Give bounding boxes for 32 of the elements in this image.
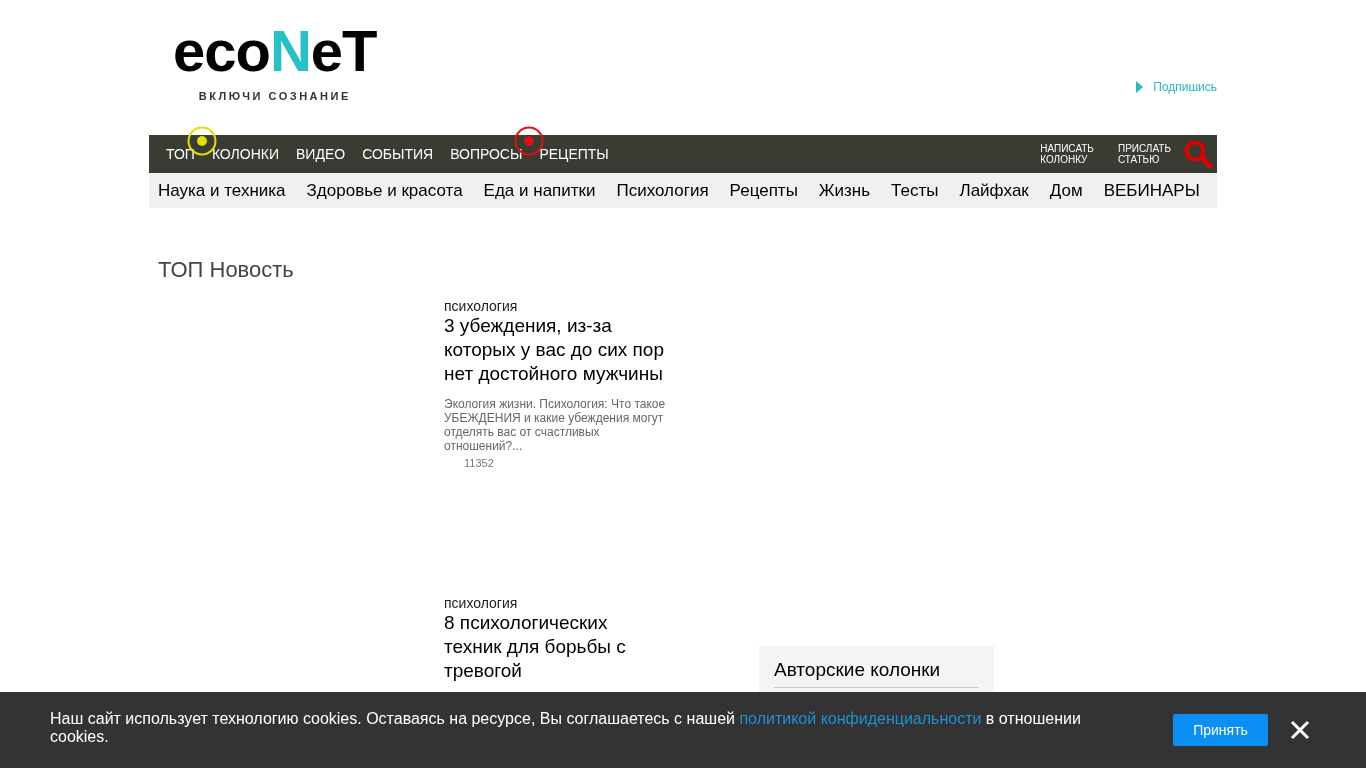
category-link[interactable]: Дом [1049,177,1083,204]
site-logo[interactable]: ecoNeT [173,26,377,76]
article-category[interactable]: психология [444,595,666,611]
nav-link[interactable]: КОЛОНКИ [211,146,279,162]
cookie-message: Наш сайт использует технологию cookies. Оставаясь на ресурсе, Вы соглашаетесь с нашей политикой конфиденциальности в отношении cookies. [50,710,1082,746]
view-count: 11352 [464,456,495,471]
category-link[interactable]: Здоровье и красота [306,177,463,204]
article-title[interactable]: 8 психологических техник для борьбы с тревогой [444,611,666,683]
nav-link[interactable]: ВИДЕО [296,146,346,162]
category-link[interactable]: Тесты [891,177,939,204]
category-link[interactable]: Психология [616,177,709,204]
logo-tagline: ВКЛЮЧИ СОЗНАНИЕ [198,89,351,104]
category-link[interactable]: Наука и техника [158,177,286,204]
section-title: ТОП Новость [158,256,295,284]
close-icon[interactable] [1290,720,1310,740]
privacy-link[interactable]: политикой конфиденциальности [739,710,982,727]
article-excerpt: Экология жизни. Психология: Что такое УБЕЖДЕНИЯ и какие убеждения могут отделять вас от счастливых отношений?... [444,397,666,453]
nav-link[interactable]: СОБЫТИЯ [362,146,434,162]
category-link[interactable]: Жизнь [818,177,871,204]
triangle-icon [1136,81,1144,93]
nav-link[interactable]: ТОП [166,146,195,162]
category-link[interactable]: Еда и напитки [483,177,596,204]
category-link[interactable]: Лайфхак [959,177,1029,204]
article-title[interactable]: 3 убеждения, из-за которых у вас до сих пор нет достойного мужчины [444,314,666,386]
nav-link[interactable]: ВОПРОСЫ [450,146,523,162]
nav-action-link[interactable]: НАПИСАТЬ КОЛОНКУ [1040,143,1094,165]
nav-action-link[interactable]: ПРИСЛАТЬ СТАТЬЮ [1117,143,1171,165]
category-link[interactable]: Рецепты [729,177,798,204]
sidebar-title: Авторские колонки [774,656,979,688]
article-category[interactable]: психология [444,298,666,314]
category-link[interactable]: ВЕБИНАРЫ [1103,177,1200,204]
nav-link[interactable]: РЕЦЕПТЫ [539,146,609,162]
